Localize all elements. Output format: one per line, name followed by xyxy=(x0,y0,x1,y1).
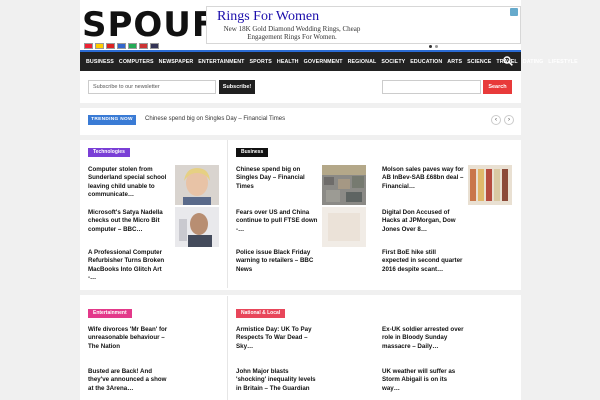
ad-pager[interactable] xyxy=(429,45,438,48)
article-link[interactable]: First BoE hike still expected in second … xyxy=(382,249,464,274)
article-thumbnail[interactable] xyxy=(175,165,219,205)
nav-item-society[interactable]: SOCIETY xyxy=(381,59,405,65)
section-divider xyxy=(80,290,521,295)
article-thumbnail[interactable] xyxy=(468,165,512,205)
nav-item-arts[interactable]: ARTS xyxy=(447,59,462,65)
nav-item-education[interactable]: EDUCATION xyxy=(410,59,442,65)
article-link[interactable]: Computer stolen from Sunderland special … xyxy=(88,166,170,200)
article-link[interactable]: Busted are Back! And they've announced a… xyxy=(88,368,170,393)
article-thumbnail[interactable] xyxy=(175,207,219,247)
article-link[interactable]: Molson sales paves way for AB InBev-SAB … xyxy=(382,166,464,191)
nav-item-health[interactable]: HEALTH xyxy=(277,59,299,65)
article-link[interactable]: Ex-UK soldier arrested over role in Bloo… xyxy=(382,326,464,351)
article-thumbnail[interactable] xyxy=(322,207,366,247)
nav-item-science[interactable]: SCIENCE xyxy=(467,59,491,65)
article-link[interactable]: Armistice Day: UK To Pay Respects To War… xyxy=(236,326,318,351)
flag-de-icon[interactable] xyxy=(95,43,104,49)
business-badge[interactable]: Business xyxy=(236,148,269,157)
flag-gb-icon[interactable] xyxy=(139,43,148,49)
search-button[interactable]: Search xyxy=(483,80,512,94)
flag-fr-icon[interactable] xyxy=(117,43,126,49)
main-nav: BUSINESS COMPUTERS NEWSPAPER ENTERTAINMENT S… xyxy=(80,52,578,71)
nav-item-computers[interactable]: COMPUTERS xyxy=(119,59,154,65)
section-divider xyxy=(80,135,521,140)
trending-prev-button[interactable]: ‹ xyxy=(491,115,501,125)
column-divider xyxy=(227,140,228,288)
article-link[interactable]: Wife divorces 'Mr Bean' for unreasonable… xyxy=(88,326,170,351)
nav-item-government[interactable]: GOVERNMENT xyxy=(304,59,343,65)
flag-it-icon[interactable] xyxy=(128,43,137,49)
trending-next-button[interactable]: › xyxy=(504,115,514,125)
trending-bar: TRENDING NOW Chinese spend big on Single… xyxy=(80,113,521,127)
article-thumbnail[interactable] xyxy=(322,165,366,205)
flag-es-icon[interactable] xyxy=(106,43,115,49)
article-link[interactable]: Fears over US and China continue to pull… xyxy=(236,209,318,234)
article-link[interactable]: Police issue Black Friday warning to ret… xyxy=(236,249,318,274)
article-link[interactable]: John Major blasts 'shocking' inequality … xyxy=(236,368,318,393)
search-input[interactable] xyxy=(382,80,481,94)
nav-item-business[interactable]: BUSINESS xyxy=(86,59,114,65)
column-divider xyxy=(227,296,228,400)
ad-title[interactable]: Rings For Women xyxy=(217,9,319,25)
article-link[interactable]: UK weather will suffer as Storm Abigail … xyxy=(382,368,464,393)
nav-item-newspaper[interactable]: NEWSPAPER xyxy=(159,59,194,65)
entertainment-badge[interactable]: Entertainment xyxy=(88,309,132,318)
national-local-badge[interactable]: National & Local xyxy=(236,309,286,318)
nav-item-regional[interactable]: REGIONAL xyxy=(348,59,377,65)
newsletter-input[interactable]: Subscribe to our newsletter xyxy=(88,80,216,94)
nav-item-sports[interactable]: SPORTS xyxy=(250,59,272,65)
flag-us-icon[interactable] xyxy=(150,43,159,49)
nav-item-dating[interactable]: DATING xyxy=(523,59,544,65)
trending-headline[interactable]: Chinese spend big on Singles Day – Finan… xyxy=(145,116,285,122)
language-flags xyxy=(84,43,159,49)
nav-item-lifestyle[interactable]: LIFESTYLE xyxy=(548,59,577,65)
ad-text[interactable]: New 18K Gold Diamond Wedding Rings, Chea… xyxy=(217,25,367,41)
article-link[interactable]: A Professional Computer Refurbisher Turn… xyxy=(88,249,170,283)
article-link[interactable]: Chinese spend big on Singles Day – Finan… xyxy=(236,166,318,191)
ad-choices-icon[interactable] xyxy=(510,8,518,16)
nav-item-entertainment[interactable]: ENTERTAINMENT xyxy=(198,59,244,65)
section-divider xyxy=(80,103,521,108)
flag-ca-icon[interactable] xyxy=(84,43,93,49)
trending-badge: TRENDING NOW xyxy=(88,115,136,125)
article-link[interactable]: Digital Don Accused of Hacks at JPMorgan… xyxy=(382,209,464,234)
article-link[interactable]: Microsoft's Satya Nadella checks out the… xyxy=(88,209,170,234)
technologies-badge[interactable]: Technologies xyxy=(88,148,130,157)
subscribe-button[interactable]: Subscribe! xyxy=(219,80,255,94)
ad-banner[interactable]: Rings For Women New 18K Gold Diamond Wed… xyxy=(206,6,521,48)
site-logo[interactable]: SPOUF xyxy=(82,7,216,43)
search-icon[interactable] xyxy=(503,56,513,66)
